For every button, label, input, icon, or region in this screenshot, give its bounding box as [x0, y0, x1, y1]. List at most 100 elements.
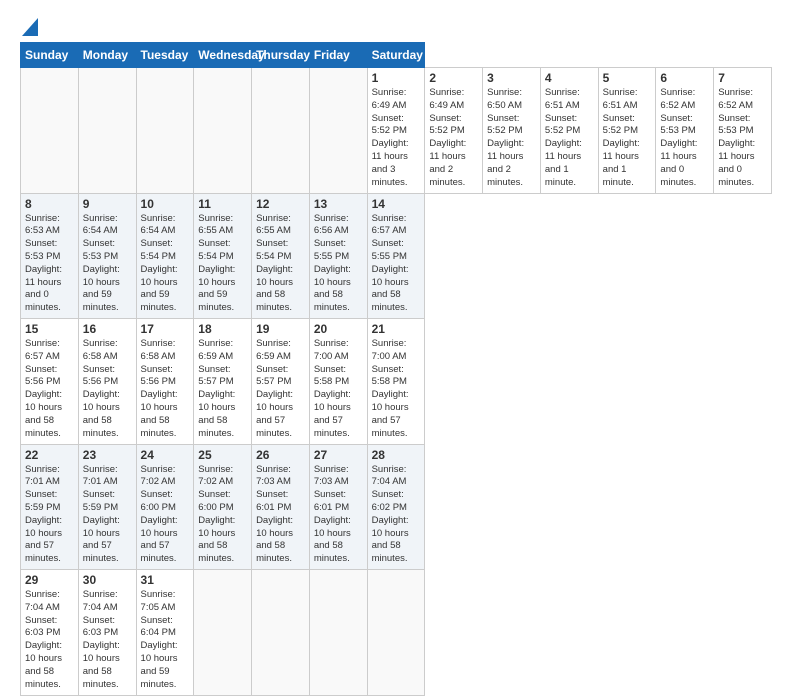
day-header-wednesday: Wednesday: [194, 43, 252, 68]
daylight-minutes: and 58 minutes.: [256, 289, 292, 313]
daylight-text: Daylight: 10 hours: [198, 515, 235, 539]
daylight-minutes: and 57 minutes.: [314, 415, 350, 439]
day-number: 7: [718, 71, 767, 85]
sunrise-text: Sunrise: 6:59 AM: [256, 338, 291, 362]
day-number: 25: [198, 448, 247, 462]
logo: [20, 18, 38, 32]
daylight-text: Daylight: 10 hours: [83, 515, 120, 539]
day-number: 17: [141, 322, 190, 336]
day-info: Sunrise: 6:52 AM Sunset: 5:53 PM Dayligh…: [660, 87, 709, 190]
header: [20, 18, 772, 32]
day-number: 13: [314, 197, 363, 211]
day-number: 15: [25, 322, 74, 336]
day-info: Sunrise: 6:53 AM Sunset: 5:53 PM Dayligh…: [25, 213, 74, 316]
sunset-text: Sunset: 5:52 PM: [545, 113, 580, 137]
calendar-cell: 15 Sunrise: 6:57 AM Sunset: 5:56 PM Dayl…: [21, 319, 79, 445]
sunrise-text: Sunrise: 7:03 AM: [314, 464, 349, 488]
page: SundayMondayTuesdayWednesdayThursdayFrid…: [0, 0, 792, 612]
sunrise-text: Sunrise: 6:52 AM: [660, 87, 695, 111]
calendar-cell: 14 Sunrise: 6:57 AM Sunset: 5:55 PM Dayl…: [367, 193, 425, 319]
daylight-minutes: and 58 minutes.: [198, 540, 234, 564]
day-number: 31: [141, 573, 190, 587]
day-header-saturday: Saturday: [367, 43, 425, 68]
sunrise-text: Sunrise: 7:04 AM: [372, 464, 407, 488]
day-info: Sunrise: 6:51 AM Sunset: 5:52 PM Dayligh…: [603, 87, 652, 190]
day-number: 11: [198, 197, 247, 211]
daylight-minutes: and 58 minutes.: [314, 540, 350, 564]
calendar-cell: 12 Sunrise: 6:55 AM Sunset: 5:54 PM Dayl…: [252, 193, 310, 319]
daylight-minutes: and 58 minutes.: [83, 666, 119, 690]
daylight-text: Daylight: 10 hours: [372, 515, 409, 539]
calendar-cell: 2 Sunrise: 6:49 AM Sunset: 5:52 PM Dayli…: [425, 68, 483, 194]
day-number: 20: [314, 322, 363, 336]
daylight-minutes: and 58 minutes.: [83, 415, 119, 439]
day-info: Sunrise: 7:05 AM Sunset: 6:04 PM Dayligh…: [141, 589, 190, 692]
daylight-minutes: and 58 minutes.: [198, 415, 234, 439]
calendar-cell: 23 Sunrise: 7:01 AM Sunset: 5:59 PM Dayl…: [78, 444, 136, 570]
sunrise-text: Sunrise: 6:54 AM: [83, 213, 118, 237]
daylight-text: Daylight: 11 hours: [25, 264, 62, 288]
day-number: 9: [83, 197, 132, 211]
day-info: Sunrise: 7:03 AM Sunset: 6:01 PM Dayligh…: [256, 464, 305, 567]
sunset-text: Sunset: 5:53 PM: [83, 238, 118, 262]
calendar-cell: [194, 570, 252, 696]
daylight-text: Daylight: 10 hours: [372, 389, 409, 413]
calendar-cell: [21, 68, 79, 194]
daylight-text: Daylight: 10 hours: [256, 389, 293, 413]
sunrise-text: Sunrise: 6:59 AM: [198, 338, 233, 362]
daylight-text: Daylight: 11 hours: [545, 138, 582, 162]
sunset-text: Sunset: 5:52 PM: [487, 113, 522, 137]
daylight-text: Daylight: 11 hours: [603, 138, 640, 162]
sunset-text: Sunset: 6:00 PM: [198, 489, 233, 513]
daylight-minutes: and 2 minutes.: [487, 164, 523, 188]
sunrise-text: Sunrise: 6:57 AM: [372, 213, 407, 237]
logo-triangle-icon: [22, 18, 38, 36]
daylight-minutes: and 58 minutes.: [141, 415, 177, 439]
calendar-cell: 25 Sunrise: 7:02 AM Sunset: 6:00 PM Dayl…: [194, 444, 252, 570]
day-number: 18: [198, 322, 247, 336]
calendar-cell: 8 Sunrise: 6:53 AM Sunset: 5:53 PM Dayli…: [21, 193, 79, 319]
sunset-text: Sunset: 5:54 PM: [141, 238, 176, 262]
sunrise-text: Sunrise: 7:05 AM: [141, 589, 176, 613]
sunset-text: Sunset: 5:56 PM: [141, 364, 176, 388]
day-info: Sunrise: 7:00 AM Sunset: 5:58 PM Dayligh…: [314, 338, 363, 441]
calendar-cell: 1 Sunrise: 6:49 AM Sunset: 5:52 PM Dayli…: [367, 68, 425, 194]
sunrise-text: Sunrise: 6:55 AM: [198, 213, 233, 237]
calendar-cell: 7 Sunrise: 6:52 AM Sunset: 5:53 PM Dayli…: [714, 68, 772, 194]
sunrise-text: Sunrise: 7:04 AM: [83, 589, 118, 613]
daylight-text: Daylight: 11 hours: [372, 138, 409, 162]
calendar-cell: 20 Sunrise: 7:00 AM Sunset: 5:58 PM Dayl…: [309, 319, 367, 445]
daylight-text: Daylight: 10 hours: [141, 640, 178, 664]
calendar-cell: 28 Sunrise: 7:04 AM Sunset: 6:02 PM Dayl…: [367, 444, 425, 570]
sunrise-text: Sunrise: 6:49 AM: [372, 87, 407, 111]
sunrise-text: Sunrise: 6:49 AM: [429, 87, 464, 111]
sunset-text: Sunset: 6:01 PM: [314, 489, 349, 513]
sunrise-text: Sunrise: 6:50 AM: [487, 87, 522, 111]
daylight-minutes: and 57 minutes.: [25, 540, 61, 564]
daylight-text: Daylight: 10 hours: [83, 389, 120, 413]
sunset-text: Sunset: 5:52 PM: [372, 113, 407, 137]
sunset-text: Sunset: 5:52 PM: [603, 113, 638, 137]
daylight-minutes: and 3 minutes.: [372, 164, 408, 188]
sunrise-text: Sunrise: 6:57 AM: [25, 338, 60, 362]
day-number: 2: [429, 71, 478, 85]
day-info: Sunrise: 7:01 AM Sunset: 5:59 PM Dayligh…: [25, 464, 74, 567]
calendar-cell: [136, 68, 194, 194]
sunrise-text: Sunrise: 7:01 AM: [83, 464, 118, 488]
day-info: Sunrise: 7:04 AM Sunset: 6:03 PM Dayligh…: [25, 589, 74, 692]
sunset-text: Sunset: 6:01 PM: [256, 489, 291, 513]
sunset-text: Sunset: 5:57 PM: [198, 364, 233, 388]
day-info: Sunrise: 7:02 AM Sunset: 6:00 PM Dayligh…: [141, 464, 190, 567]
day-info: Sunrise: 6:55 AM Sunset: 5:54 PM Dayligh…: [256, 213, 305, 316]
day-number: 28: [372, 448, 421, 462]
daylight-text: Daylight: 10 hours: [198, 264, 235, 288]
sunset-text: Sunset: 5:58 PM: [314, 364, 349, 388]
day-info: Sunrise: 6:59 AM Sunset: 5:57 PM Dayligh…: [256, 338, 305, 441]
calendar-cell: 5 Sunrise: 6:51 AM Sunset: 5:52 PM Dayli…: [598, 68, 656, 194]
day-number: 29: [25, 573, 74, 587]
sunrise-text: Sunrise: 7:03 AM: [256, 464, 291, 488]
calendar-cell: 18 Sunrise: 6:59 AM Sunset: 5:57 PM Dayl…: [194, 319, 252, 445]
sunset-text: Sunset: 6:03 PM: [25, 615, 60, 639]
daylight-text: Daylight: 11 hours: [660, 138, 697, 162]
calendar-cell: [309, 570, 367, 696]
